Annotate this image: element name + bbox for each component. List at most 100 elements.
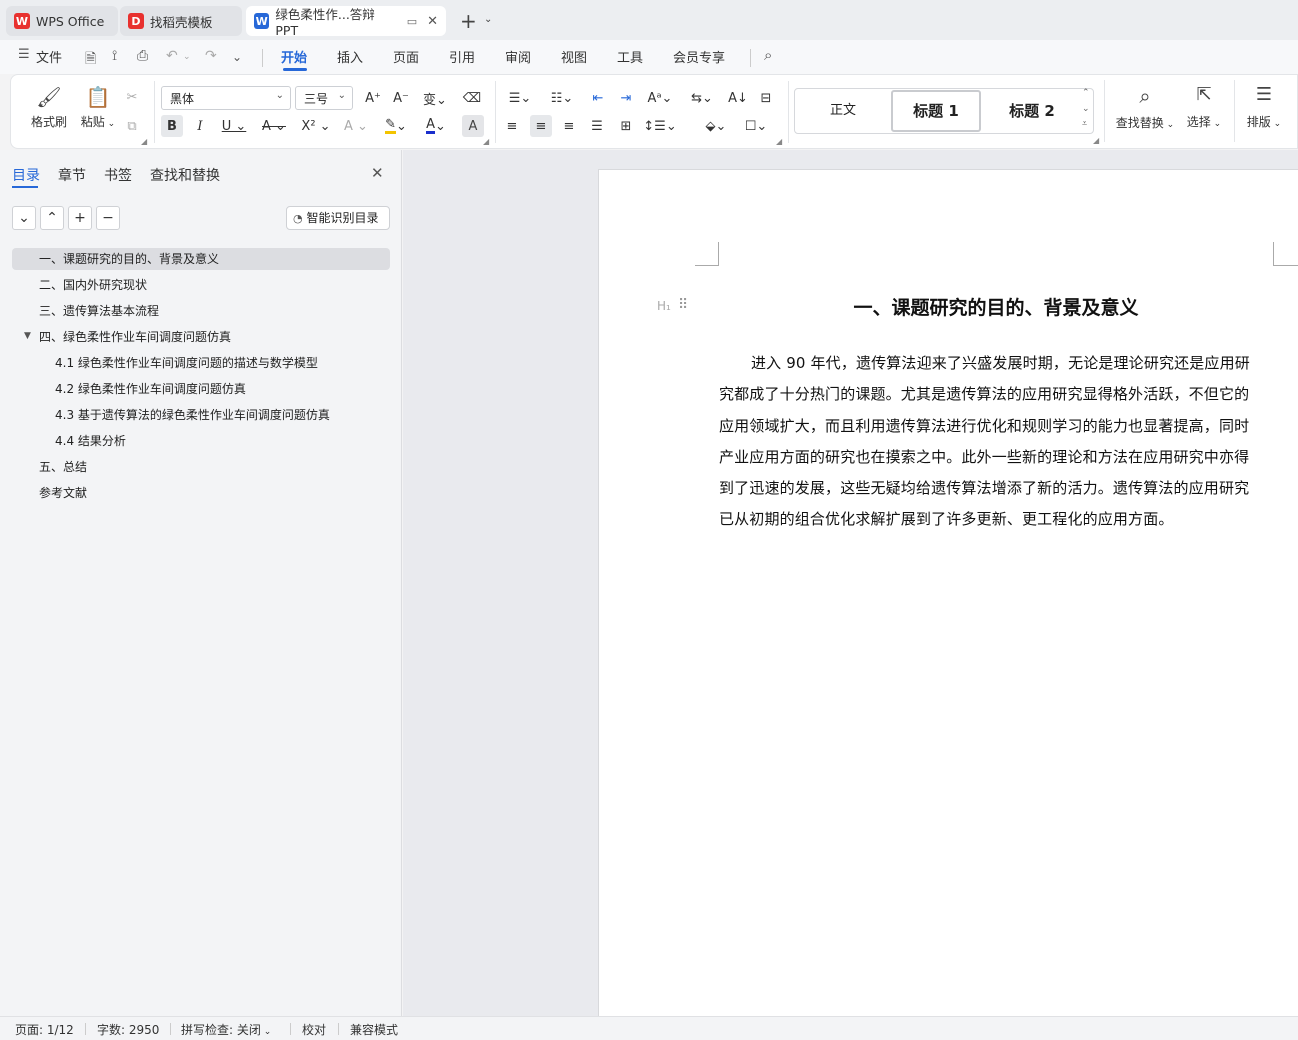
nav-tab-find-replace[interactable]: 查找和替换 <box>150 165 220 185</box>
search-icon[interactable]: ⌕ <box>764 46 772 64</box>
clear-format-icon[interactable]: ⌫ <box>461 87 483 109</box>
increase-indent-icon[interactable]: ⇥ <box>615 87 637 109</box>
font-size-select[interactable]: 三号 ⌄ <box>295 86 353 110</box>
distributed-icon[interactable]: ⊞ <box>615 115 637 137</box>
char-shading-icon[interactable]: A <box>462 115 484 137</box>
style-heading-2[interactable]: 标题 2 <box>988 93 1076 129</box>
style-normal[interactable]: 正文 <box>806 93 880 129</box>
menu-references[interactable]: 引用 <box>449 47 475 66</box>
menu-review[interactable]: 审阅 <box>505 47 531 66</box>
decrease-indent-icon[interactable]: ⇤ <box>587 87 609 109</box>
more-styles-icon[interactable]: ⩡ <box>1082 119 1087 129</box>
phonetic-guide-icon[interactable]: 变⌄ <box>420 87 450 109</box>
select-button[interactable]: ⇱ 选择 ⌄ <box>1182 84 1226 130</box>
expand-icon[interactable]: ◢ <box>483 137 489 146</box>
justify-icon[interactable]: ☰ <box>586 115 608 137</box>
align-center-icon[interactable]: ≡ <box>530 115 552 137</box>
paste-button[interactable]: 📋 粘贴 ⌄ <box>77 85 119 130</box>
collapse-down-icon[interactable]: ⌄ <box>12 206 36 230</box>
window-icon[interactable]: ▭ <box>407 15 417 28</box>
save-icon[interactable]: 🗎 <box>85 48 96 72</box>
tab-wps-office[interactable]: W WPS Office <box>6 6 118 36</box>
menu-insert[interactable]: 插入 <box>337 47 363 66</box>
collapse-up-icon[interactable]: ⌃ <box>40 206 64 230</box>
align-right-icon[interactable]: ≡ <box>558 115 580 137</box>
close-icon[interactable]: ✕ <box>371 164 384 182</box>
nav-tab-toc[interactable]: 目录 <box>12 165 40 185</box>
document-page[interactable]: H₁ ⠿ 一、课题研究的目的、背景及意义 进入 90 年代，遗传算法迎来了兴盛发… <box>598 169 1298 1016</box>
italic-icon[interactable]: I <box>189 115 211 137</box>
word-count[interactable]: 字数: 2950 <box>97 1021 159 1038</box>
toc-item[interactable]: 二、国内外研究现状 <box>39 274 147 296</box>
menu-page[interactable]: 页面 <box>393 47 419 66</box>
toc-item[interactable]: 4.1 绿色柔性作业车间调度问题的描述与数学模型 <box>55 352 318 374</box>
bold-icon[interactable]: B <box>161 115 183 137</box>
numbered-list-icon[interactable]: ☷⌄ <box>547 87 577 109</box>
toc-item[interactable]: 五、总结 <box>39 456 87 478</box>
toc-item[interactable]: 一、课题研究的目的、背景及意义 <box>39 248 219 270</box>
text-direction-icon[interactable]: Aᵃ⌄ <box>645 87 675 109</box>
menu-view[interactable]: 视图 <box>561 47 587 66</box>
undo-dropdown-icon[interactable]: ⌄ <box>183 52 191 62</box>
nav-tab-sections[interactable]: 章节 <box>58 165 86 185</box>
toc-item[interactable]: 4.2 绿色柔性作业车间调度问题仿真 <box>55 378 246 400</box>
expand-triangle-icon[interactable]: ▼ <box>24 331 31 341</box>
toc-item[interactable]: 四、绿色柔性作业车间调度问题仿真 <box>39 326 231 348</box>
undo-icon[interactable]: ↶ <box>166 48 178 64</box>
line-spacing-icon[interactable]: ↕☰⌄ <box>643 115 676 137</box>
share-icon[interactable]: ⟟ <box>112 48 117 64</box>
sort-icon[interactable]: A↓ <box>727 87 749 109</box>
bullet-list-icon[interactable]: ☰⌄ <box>505 87 535 109</box>
show-marks-icon[interactable]: ⊟ <box>755 87 777 109</box>
menu-tools[interactable]: 工具 <box>617 47 643 66</box>
format-painter-button[interactable]: 🖌 格式刷 <box>29 85 69 130</box>
smart-toc-button[interactable]: ◔ 智能识别目录 <box>286 206 390 230</box>
heading-marker-icon[interactable]: H₁ <box>657 299 671 313</box>
style-heading-1[interactable]: 标题 1 <box>891 90 981 132</box>
menu-home[interactable]: 开始 <box>281 47 307 66</box>
toc-item[interactable]: 4.3 基于遗传算法的绿色柔性作业车间调度问题仿真 <box>55 404 330 426</box>
tab-document[interactable]: W 绿色柔性作...答辩PPT ▭ ✕ <box>246 6 446 38</box>
scroll-down-icon[interactable]: ⌄ <box>1082 104 1090 114</box>
strikethrough-icon[interactable]: A ⌄ <box>259 115 289 137</box>
expand-icon[interactable]: ◢ <box>1093 136 1099 145</box>
cut-icon[interactable]: ✂ <box>121 86 143 108</box>
toc-item[interactable]: 4.4 结果分析 <box>55 430 126 452</box>
font-color-icon[interactable]: A ⌄ <box>421 115 451 137</box>
layout-button[interactable]: ☰ 排版 ⌄ <box>1242 84 1286 130</box>
proofread-button[interactable]: 校对 <box>302 1021 326 1038</box>
toc-item[interactable]: 参考文献 <box>39 482 87 504</box>
find-replace-button[interactable]: ⌕ 查找替换 ⌄ <box>1114 84 1176 131</box>
close-tab-icon[interactable]: ✕ <box>427 14 438 29</box>
toc-item[interactable]: 三、遗传算法基本流程 <box>39 300 159 322</box>
text-effect-icon[interactable]: A ⌄ <box>341 115 371 137</box>
spell-check-toggle[interactable]: 拼写检查: 关闭 ⌄ <box>181 1021 271 1038</box>
underline-icon[interactable]: U ⌄ <box>219 115 249 137</box>
more-chevron-icon[interactable]: ⌄ <box>232 50 242 64</box>
tab-docer-templates[interactable]: D 找稻壳模板 <box>120 6 242 36</box>
redo-icon[interactable]: ↷ <box>205 48 217 64</box>
menu-member[interactable]: 会员专享 <box>673 47 725 66</box>
shrink-font-icon[interactable]: A⁻ <box>390 87 412 109</box>
align-left-icon[interactable]: ≡ <box>501 115 523 137</box>
menu-file[interactable]: 文件 <box>36 47 62 66</box>
document-heading[interactable]: 一、课题研究的目的、背景及意义 <box>719 293 1273 320</box>
copy-icon[interactable]: ⧉ <box>121 115 143 137</box>
new-tab-icon[interactable]: + <box>460 9 477 33</box>
remove-heading-icon[interactable]: − <box>96 206 120 230</box>
highlight-icon[interactable]: ✎ ⌄ <box>381 115 411 137</box>
body-paragraph[interactable]: 进入 90 年代，遗传算法迎来了兴盛发展时期，无论是理论研究还是应用研 究都成了… <box>719 348 1275 536</box>
drag-handle-icon[interactable]: ⠿ <box>678 297 688 313</box>
grow-font-icon[interactable]: A⁺ <box>362 87 384 109</box>
superscript-icon[interactable]: X² ⌄ <box>301 115 331 137</box>
transform-icon[interactable]: ⇆⌄ <box>687 87 717 109</box>
nav-tab-bookmarks[interactable]: 书签 <box>104 165 132 185</box>
expand-icon[interactable]: ◢ <box>141 137 147 146</box>
font-name-select[interactable]: 黑体 ⌄ <box>161 86 291 110</box>
chevron-down-icon[interactable]: ⌄ <box>484 14 492 25</box>
page-count[interactable]: 页面: 1/12 <box>15 1021 74 1038</box>
expand-icon[interactable]: ◢ <box>776 137 782 146</box>
shading-icon[interactable]: ⬙⌄ <box>701 115 731 137</box>
hamburger-icon[interactable]: ☰ <box>18 47 30 62</box>
scroll-up-icon[interactable]: ⌃ <box>1082 88 1090 98</box>
